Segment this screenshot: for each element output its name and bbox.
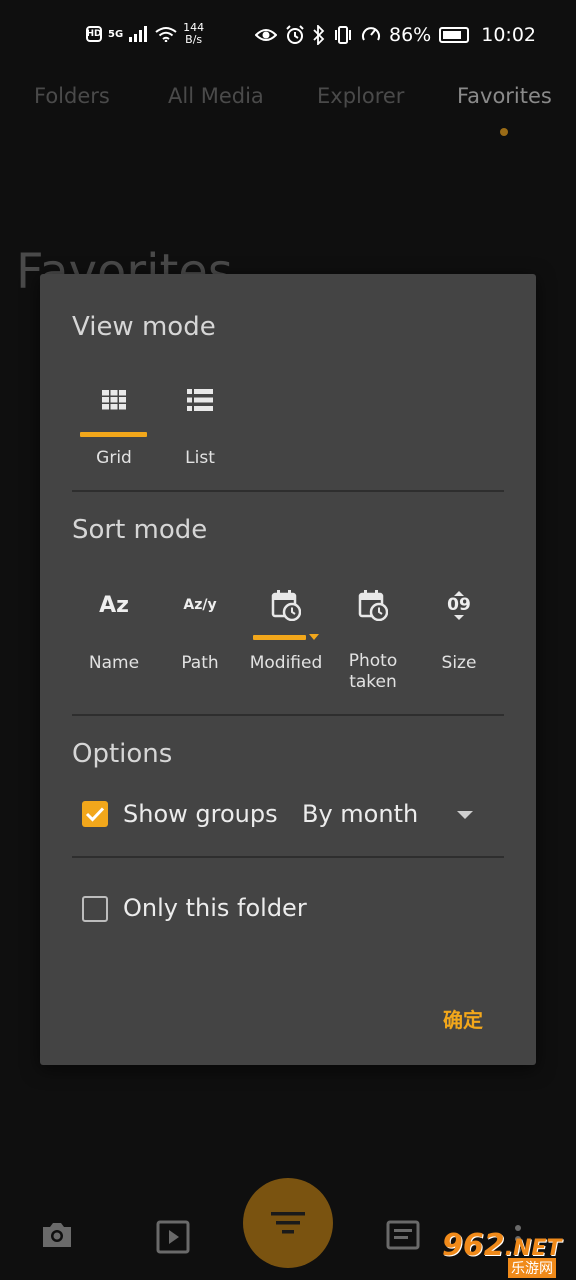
network-speed: 144 B/s — [183, 22, 204, 46]
confirm-button[interactable]: 确定 — [443, 1004, 483, 1033]
eye-icon — [255, 29, 277, 41]
sort-option-modified[interactable]: Modified — [246, 587, 326, 673]
divider-view — [72, 490, 504, 492]
grid-icon — [80, 382, 148, 418]
battery-icon — [439, 27, 470, 43]
alarm-icon — [286, 25, 304, 44]
only-this-folder-label[interactable]: Only this folder — [123, 894, 307, 922]
clock: 10:02 — [481, 24, 536, 46]
size-sort-icon: 09 — [425, 587, 493, 623]
signal-icon — [129, 26, 148, 42]
status-left: HD 5G 144 B/s — [86, 22, 204, 46]
modified-selected-indicator — [253, 635, 306, 640]
view-option-grid[interactable]: Grid — [80, 382, 148, 468]
only-this-folder-checkbox[interactable] — [82, 896, 108, 922]
bluetooth-icon — [313, 25, 325, 45]
list-label: List — [185, 448, 215, 468]
wifi-icon — [155, 27, 177, 42]
sort-option-size[interactable]: 09 Size — [425, 587, 493, 673]
active-tab-indicator — [500, 128, 508, 136]
tab-explorer[interactable]: Explorer — [317, 84, 404, 108]
check-icon — [85, 807, 105, 822]
watermark-site: 乐游网 — [508, 1258, 556, 1278]
view-option-list[interactable]: List — [166, 382, 234, 468]
modified-label: Modified — [249, 653, 323, 673]
watermark-digits: 962 — [442, 1228, 505, 1263]
list-icon — [166, 382, 234, 418]
sort-fab-button[interactable] — [243, 1178, 333, 1268]
tab-favorites[interactable]: Favorites — [457, 84, 552, 108]
status-bar: HD 5G 144 B/s 86% 10:02 — [0, 0, 576, 76]
hd-icon: HD — [86, 26, 102, 42]
top-tabs: Folders All Media Explorer Favorites — [0, 84, 576, 124]
size-sort-glyph: 09 — [447, 594, 471, 615]
sort-mode-title: Sort mode — [72, 515, 208, 545]
sort-direction-icon — [309, 634, 319, 640]
network-type: 5G — [108, 28, 124, 40]
sort-lines-icon — [271, 1212, 305, 1234]
view-sort-dialog: View mode Grid List Sort mode Az Name Az… — [40, 274, 536, 1065]
group-by-dropdown[interactable]: By month — [302, 800, 418, 828]
sort-option-path[interactable]: Az/y Path — [166, 587, 234, 673]
speed-unit: B/s — [185, 33, 203, 46]
path-sort-glyph: Az/y — [183, 597, 217, 613]
show-groups-label[interactable]: Show groups — [123, 800, 278, 828]
sort-option-name[interactable]: Az Name — [80, 587, 148, 674]
name-sort-icon: Az — [80, 587, 148, 623]
sort-option-photo-taken[interactable]: Photo taken — [333, 587, 413, 693]
tab-folders[interactable]: Folders — [34, 84, 110, 108]
details-icon[interactable] — [386, 1220, 420, 1250]
photo-taken-label: Photo taken — [348, 651, 398, 692]
path-sort-icon: Az/y — [166, 587, 234, 623]
grid-selected-indicator — [80, 432, 147, 437]
name-label: Name — [88, 653, 140, 673]
camera-icon[interactable] — [40, 1220, 74, 1250]
divider-options — [72, 856, 504, 858]
data-saver-icon — [362, 27, 380, 41]
slideshow-icon[interactable] — [156, 1220, 190, 1254]
status-right: 86% 10:02 — [255, 24, 536, 46]
options-title: Options — [72, 739, 173, 769]
calendar-clock-icon — [246, 587, 326, 623]
tab-all-media[interactable]: All Media — [168, 84, 264, 108]
site-watermark: 962.NET 乐游网 — [436, 1228, 576, 1280]
size-down-arrow-icon — [454, 614, 464, 620]
show-groups-checkbox[interactable] — [82, 801, 108, 827]
vibrate-icon — [335, 26, 351, 44]
calendar-clock-icon — [333, 587, 413, 623]
path-label: Path — [181, 653, 219, 673]
battery-percent: 86% — [389, 24, 432, 46]
view-mode-title: View mode — [72, 312, 216, 342]
grid-label: Grid — [96, 448, 132, 468]
size-label: Size — [441, 653, 477, 673]
dropdown-arrow-icon[interactable] — [457, 811, 473, 819]
divider-sort — [72, 714, 504, 716]
name-sort-glyph: Az — [99, 592, 129, 618]
